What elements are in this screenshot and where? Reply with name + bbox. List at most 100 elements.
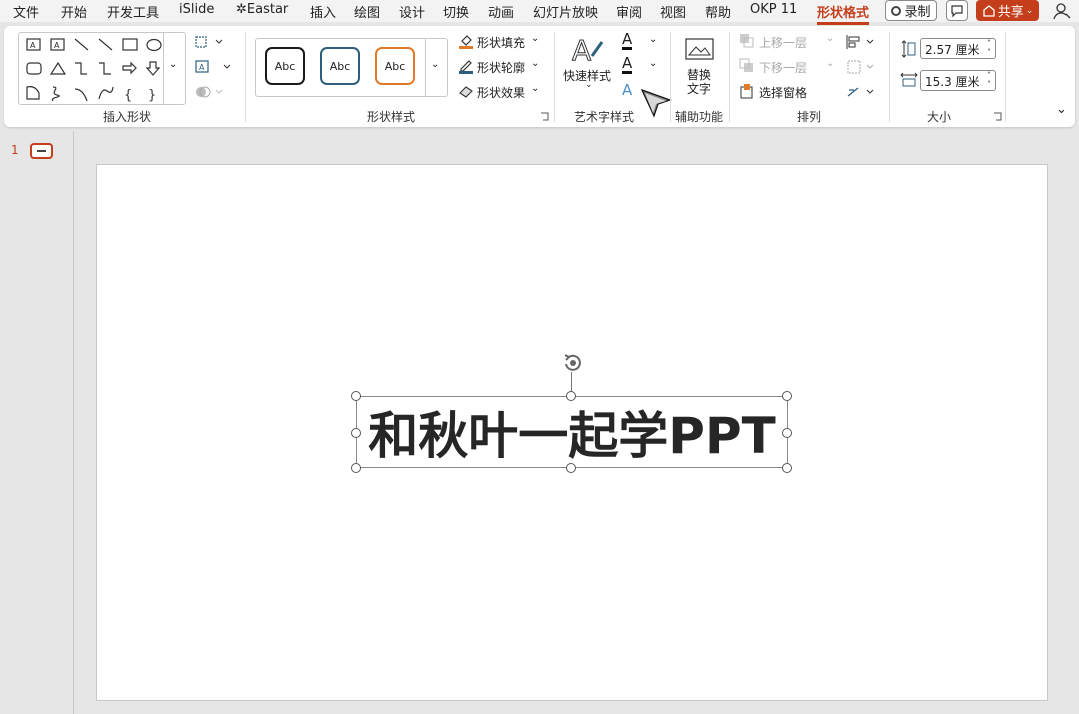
shape-styles-group-label: 形状样式 [367, 110, 416, 124]
resize-handle[interactable] [351, 463, 361, 473]
shape-fill-button[interactable]: 形状填充 ⌄ [458, 33, 548, 51]
title-textbox[interactable]: 和秋叶一起学PPT [356, 396, 788, 468]
chevron-down-icon: ⌄ [531, 33, 540, 44]
collapse-ribbon-icon[interactable]: ⌄ [1056, 102, 1067, 117]
resize-handle[interactable] [351, 428, 361, 438]
send-backward-label: 下移一层 [759, 61, 808, 75]
svg-text:}: } [148, 88, 156, 103]
mouse-cursor-icon [640, 88, 672, 118]
shape-style-gallery[interactable]: Abc Abc Abc ⌄ [255, 38, 448, 97]
style-gallery-more-button[interactable]: ⌄ [425, 39, 447, 96]
tab-view[interactable]: 视图 [660, 2, 686, 21]
picture-icon [685, 38, 714, 60]
tab-shape-format[interactable]: 形状格式 [817, 2, 870, 25]
text-fill-icon: A [622, 30, 633, 50]
style-preset-blue[interactable]: Abc [320, 47, 360, 85]
dialog-launcher-icon[interactable] [540, 112, 550, 122]
separator [889, 32, 890, 122]
style-preset-orange[interactable]: Abc [375, 47, 415, 85]
separator [729, 32, 730, 122]
spinner-icon[interactable]: ˄ ˅ [987, 71, 991, 89]
comment-icon [951, 5, 963, 18]
title-text[interactable]: 和秋叶一起学PPT [368, 396, 775, 468]
style-preset-black[interactable]: Abc [265, 47, 305, 85]
selection-pane-icon [740, 84, 753, 99]
chevron-down-icon: ⌄ [431, 59, 440, 70]
shape-effects-button[interactable]: 形状效果 ⌄ [458, 83, 548, 101]
tab-animations[interactable]: 动画 [488, 2, 514, 21]
menu-bar: 文件 开始 开发工具 iSlide ✲Eastar 插入 绘图 设计 切换 动画… [0, 0, 1079, 25]
resize-handle[interactable] [351, 391, 361, 401]
record-label: 录制 [904, 5, 931, 20]
resize-handle[interactable] [782, 428, 792, 438]
chevron-down-icon: ⌄ [1025, 5, 1034, 16]
group-icon[interactable] [845, 59, 877, 75]
tab-draw[interactable]: 绘图 [354, 2, 380, 21]
tab-developer[interactable]: 开发工具 [107, 2, 159, 21]
comments-button[interactable] [946, 0, 968, 21]
person-icon[interactable] [1052, 2, 1072, 20]
send-backward-button[interactable]: 下移一层 ⌄ [739, 58, 834, 76]
bring-forward-icon [740, 34, 754, 48]
svg-text:A: A [572, 34, 591, 64]
separator [245, 32, 246, 122]
quick-styles-button[interactable]: A 快速样式 ⌄ [560, 32, 616, 96]
tab-slideshow[interactable]: 幻灯片放映 [533, 2, 598, 21]
rotate-handle-icon[interactable] [560, 352, 586, 374]
tab-help[interactable]: 帮助 [705, 2, 731, 21]
slide-thumbnail-pane [0, 131, 74, 714]
tab-review[interactable]: 审阅 [616, 2, 642, 21]
tab-home[interactable]: 开始 [61, 2, 87, 21]
rotate-icon[interactable] [845, 84, 877, 100]
record-icon [891, 5, 902, 16]
edit-shape-icon[interactable] [192, 34, 226, 50]
align-icon[interactable] [845, 34, 877, 50]
text-box-icon[interactable]: A [192, 59, 232, 75]
tab-transitions[interactable]: 切换 [443, 2, 469, 21]
bring-forward-button[interactable]: 上移一层 ⌄ [739, 33, 834, 51]
quick-styles-icon: A [572, 34, 604, 64]
ribbon: A A { } ⌄ A 插入形状 Abc Abc Abc ⌄ 形状填充 ⌄ 形状… [4, 26, 1075, 127]
tab-eastar[interactable]: ✲Eastar [236, 2, 288, 17]
width-input[interactable]: 15.3 厘米 ˄ ˅ [920, 70, 996, 91]
tab-islide[interactable]: iSlide [179, 2, 214, 17]
shape-gallery[interactable]: A A { } ⌄ [18, 32, 186, 105]
width-icon [900, 72, 918, 87]
dialog-launcher-icon[interactable] [993, 112, 1003, 122]
tab-file[interactable]: 文件 [13, 2, 39, 21]
tab-insert[interactable]: 插入 [310, 2, 336, 21]
shape-effects-icon [459, 86, 473, 98]
width-value: 15.3 厘米 [925, 75, 980, 89]
alt-text-button[interactable]: 替换 文字 [680, 34, 720, 96]
record-button[interactable]: 录制 [885, 0, 937, 21]
resize-handle[interactable] [566, 463, 576, 473]
tab-design[interactable]: 设计 [399, 2, 425, 21]
paint-bucket-icon [459, 35, 473, 49]
selection-pane-button[interactable]: 选择窗格 [739, 83, 829, 101]
merge-shapes-icon[interactable] [192, 84, 226, 100]
chevron-down-icon: ⌄ [169, 59, 178, 70]
tab-okp[interactable]: OKP 11 [750, 2, 797, 17]
accessibility-group-label: 辅助功能 [675, 110, 724, 124]
spinner-icon[interactable]: ˄ ˅ [987, 39, 991, 57]
shape-outline-button[interactable]: 形状轮廓 ⌄ [458, 58, 548, 76]
text-outline-button[interactable]: A ⌄ [619, 56, 659, 76]
slide-thumbnail[interactable] [30, 143, 53, 159]
share-icon [983, 5, 995, 17]
send-backward-icon [739, 58, 753, 72]
separator [1005, 32, 1006, 122]
chevron-down-icon: ⌄ [585, 80, 593, 90]
share-button[interactable]: 共享 ⌄ [976, 0, 1039, 21]
shape-effects-label: 形状效果 [477, 86, 526, 100]
chevron-down-icon: ⌄ [826, 58, 835, 69]
height-value: 2.57 厘米 [925, 43, 980, 57]
pen-icon [459, 60, 473, 74]
alt-text-label-line2: 文字 [687, 82, 712, 96]
resize-handle[interactable] [566, 391, 576, 401]
tab-eastar-label: Eastar [246, 2, 289, 17]
resize-handle[interactable] [782, 463, 792, 473]
shape-gallery-more-button[interactable]: ⌄ [163, 33, 185, 104]
resize-handle[interactable] [782, 391, 792, 401]
text-fill-button[interactable]: A ⌄ [619, 32, 659, 52]
height-input[interactable]: 2.57 厘米 ˄ ˅ [920, 38, 996, 59]
